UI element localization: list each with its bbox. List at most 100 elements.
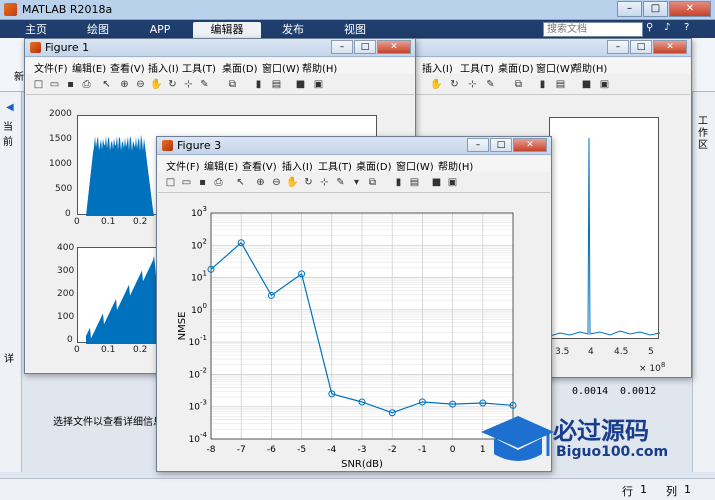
back-arrow-icon[interactable]: ◀ <box>6 102 14 113</box>
show-plot-tools-icon[interactable]: ▣ <box>312 78 325 91</box>
menu-tools[interactable]: 工具(T) <box>460 60 494 75</box>
help-icon[interactable]: ? <box>684 22 689 33</box>
minimize-button[interactable]: – <box>331 40 353 54</box>
maximize-button[interactable]: □ <box>354 40 376 54</box>
maximize-button[interactable]: □ <box>643 1 668 17</box>
menu-tools[interactable]: 工具(T) <box>182 60 216 75</box>
hide-plot-tools-icon[interactable]: ■ <box>430 176 443 189</box>
details-label: 详 <box>4 354 14 365</box>
menu-window[interactable]: 窗口(W) <box>396 158 434 173</box>
menu-edit[interactable]: 编辑(E) <box>72 60 106 75</box>
menu-desktop[interactable]: 桌面(D) <box>222 60 258 75</box>
y-tick-label: 103 <box>191 205 207 219</box>
save-icon[interactable]: ▪ <box>64 78 77 91</box>
menu-help[interactable]: 帮助(H) <box>438 158 473 173</box>
tab-apps[interactable]: APP <box>134 22 186 38</box>
menu-tools[interactable]: 工具(T) <box>318 158 352 173</box>
close-button[interactable]: ✕ <box>669 1 711 17</box>
figure3-toolbar: □ ▭ ▪ ⎙ ↖ ⊕ ⊖ ✋ ↻ ⊹ ✎ ▾ ⧉ ▮ ▤ ■ ▣ <box>158 173 550 193</box>
pan-icon[interactable]: ✋ <box>430 78 443 91</box>
rotate-icon[interactable]: ↻ <box>448 78 461 91</box>
close-button[interactable]: ✕ <box>653 40 687 54</box>
open-icon[interactable]: ▭ <box>180 176 193 189</box>
minimize-button[interactable]: – <box>467 138 489 152</box>
menu-file[interactable]: 文件(F) <box>166 158 200 173</box>
print-icon[interactable]: ⎙ <box>212 176 225 189</box>
y-tick-label: 101 <box>191 270 207 284</box>
tab-home[interactable]: 主页 <box>12 22 60 38</box>
figure1-top-ytick: 1500 <box>49 134 72 144</box>
open-icon[interactable]: ▭ <box>48 78 61 91</box>
x-axis-label: SNR(dB) <box>341 459 383 470</box>
legend-icon[interactable]: ▤ <box>554 78 567 91</box>
data-cursor-icon[interactable]: ⊹ <box>182 78 195 91</box>
brush-icon[interactable]: ✎ <box>334 176 347 189</box>
figure3-titlebar[interactable]: Figure 3 – □ ✕ <box>157 137 551 155</box>
show-plot-tools-icon[interactable]: ▣ <box>446 176 459 189</box>
pan-icon[interactable]: ✋ <box>150 78 163 91</box>
menu-desktop[interactable]: 桌面(D) <box>356 158 392 173</box>
chevron-down-icon[interactable]: ▾ <box>350 176 363 189</box>
menu-insert[interactable]: 插入(I) <box>148 60 179 75</box>
edit-plot-icon[interactable]: ↖ <box>234 176 247 189</box>
hide-plot-tools-icon[interactable]: ■ <box>580 78 593 91</box>
tab-publish[interactable]: 发布 <box>268 22 318 38</box>
tab-plots[interactable]: 绘图 <box>72 22 124 38</box>
minimize-button[interactable]: – <box>617 1 642 17</box>
workspace-label[interactable]: 工作区 <box>698 116 710 152</box>
link-plot-icon[interactable]: ⧉ <box>226 78 239 91</box>
close-button[interactable]: ✕ <box>513 138 547 152</box>
close-button[interactable]: ✕ <box>377 40 411 54</box>
zoom-out-icon[interactable]: ⊖ <box>270 176 283 189</box>
search-docs-input[interactable]: 搜索文档 <box>543 22 643 37</box>
zoom-in-icon[interactable]: ⊕ <box>118 78 131 91</box>
pan-icon[interactable]: ✋ <box>286 176 299 189</box>
colorbar-icon[interactable]: ▮ <box>392 176 405 189</box>
print-icon[interactable]: ⎙ <box>80 78 93 91</box>
tab-editor[interactable]: 编辑器 <box>193 22 261 38</box>
menu-insert[interactable]: 插入(I) <box>282 158 313 173</box>
show-plot-tools-icon[interactable]: ▣ <box>598 78 611 91</box>
save-icon[interactable]: ▪ <box>196 176 209 189</box>
tab-view[interactable]: 视图 <box>330 22 380 38</box>
figure2-xtick: 4.5 <box>614 347 629 357</box>
brush-icon[interactable]: ✎ <box>484 78 497 91</box>
menu-view[interactable]: 查看(V) <box>242 158 277 173</box>
rotate-icon[interactable]: ↻ <box>166 78 179 91</box>
legend-icon[interactable]: ▤ <box>270 78 283 91</box>
menu-help[interactable]: 帮助(H) <box>572 60 607 75</box>
menu-view[interactable]: 查看(V) <box>110 60 145 75</box>
figure1-bottom-ytick: 100 <box>57 312 75 322</box>
legend-icon[interactable]: ▤ <box>408 176 421 189</box>
zoom-out-icon[interactable]: ⊖ <box>134 78 147 91</box>
search-icon[interactable]: ⚲ <box>646 22 653 33</box>
zoom-in-icon[interactable]: ⊕ <box>254 176 267 189</box>
maximize-button[interactable]: □ <box>490 138 512 152</box>
hide-plot-tools-icon[interactable]: ■ <box>294 78 307 91</box>
ribbon-new-label[interactable]: 新 <box>14 68 24 83</box>
new-figure-icon[interactable]: □ <box>32 78 45 91</box>
link-plot-icon[interactable]: ⧉ <box>366 176 379 189</box>
menu-desktop[interactable]: 桌面(D) <box>498 60 534 75</box>
menu-help[interactable]: 帮助(H) <box>302 60 337 75</box>
menu-insert[interactable]: 插入(I) <box>422 60 453 75</box>
menu-window[interactable]: 窗口(W) <box>536 60 574 75</box>
data-cursor-icon[interactable]: ⊹ <box>466 78 479 91</box>
menu-file[interactable]: 文件(F) <box>34 60 68 75</box>
brush-icon[interactable]: ✎ <box>198 78 211 91</box>
menu-edit[interactable]: 编辑(E) <box>204 158 238 173</box>
colorbar-icon[interactable]: ▮ <box>252 78 265 91</box>
new-figure-icon[interactable]: □ <box>164 176 177 189</box>
edit-plot-icon[interactable]: ↖ <box>100 78 113 91</box>
data-cursor-icon[interactable]: ⊹ <box>318 176 331 189</box>
link-plot-icon[interactable]: ⧉ <box>512 78 525 91</box>
bell-icon[interactable]: ♪ <box>664 22 670 33</box>
rotate-icon[interactable]: ↻ <box>302 176 315 189</box>
figure2-titlebar[interactable]: – □ ✕ <box>411 39 691 57</box>
minimize-button[interactable]: – <box>607 40 629 54</box>
figure1-titlebar[interactable]: Figure 1 – □ ✕ <box>25 39 415 57</box>
colorbar-icon[interactable]: ▮ <box>536 78 549 91</box>
x-tick-label: 0 <box>450 445 456 455</box>
maximize-button[interactable]: □ <box>630 40 652 54</box>
menu-window[interactable]: 窗口(W) <box>262 60 300 75</box>
